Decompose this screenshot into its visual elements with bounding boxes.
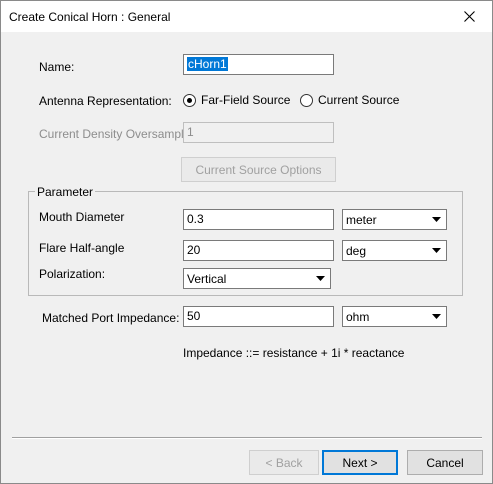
current-source-options-label: Current Source Options <box>195 162 322 177</box>
name-label: Name: <box>39 60 75 74</box>
mouth-diameter-value: 0.3 <box>187 212 204 226</box>
polarization-select[interactable]: Vertical <box>183 268 331 289</box>
impedance-value: 50 <box>187 309 201 323</box>
flare-half-angle-unit-select[interactable]: deg <box>342 240 447 261</box>
title-bar: Create Conical Horn : General <box>1 1 492 32</box>
impedance-unit-select[interactable]: ohm <box>342 306 447 327</box>
far-field-source-label: Far-Field Source <box>201 93 291 107</box>
impedance-hint: Impedance ::= resistance + 1i * reactanc… <box>183 346 405 360</box>
chevron-down-icon <box>428 308 445 325</box>
polarization-value: Vertical <box>187 272 227 286</box>
far-field-source-radio[interactable]: Far-Field Source <box>183 93 290 107</box>
name-input-value: cHorn1 <box>187 57 228 71</box>
chevron-down-icon <box>428 242 445 259</box>
current-density-oversample-input[interactable]: 1 <box>183 122 334 143</box>
close-icon <box>463 10 475 22</box>
current-source-options-button[interactable]: Current Source Options <box>181 157 336 182</box>
oversample-value: 1 <box>187 125 194 139</box>
radio-checked-icon <box>183 93 196 107</box>
create-conical-horn-dialog: Create Conical Horn : General Name: cHor… <box>0 0 493 484</box>
chevron-down-icon <box>428 211 445 228</box>
flare-half-angle-value: 20 <box>187 243 201 257</box>
matched-port-impedance-label: Matched Port Impedance: <box>42 311 180 325</box>
flare-unit-value: deg <box>346 244 367 258</box>
mouth-diameter-input[interactable]: 0.3 <box>183 209 334 230</box>
current-source-radio[interactable]: Current Source <box>300 93 399 107</box>
chevron-down-icon <box>312 270 329 287</box>
back-button[interactable]: < Back <box>249 450 319 475</box>
close-button[interactable] <box>446 1 492 31</box>
mouth-diameter-unit-select[interactable]: meter <box>342 209 447 230</box>
name-input[interactable]: cHorn1 <box>183 54 334 75</box>
antenna-representation-label: Antenna Representation: <box>39 94 172 108</box>
flare-half-angle-input[interactable]: 20 <box>183 240 334 261</box>
radio-unchecked-icon <box>300 93 313 107</box>
current-source-label: Current Source <box>318 93 400 107</box>
flare-half-angle-label: Flare Half-angle <box>39 241 125 255</box>
next-button[interactable]: Next > <box>322 450 398 475</box>
window-title: Create Conical Horn : General <box>9 10 171 24</box>
parameter-group-title: Parameter <box>35 185 96 199</box>
back-button-label: < Back <box>265 455 303 470</box>
mouth-diameter-unit-value: meter <box>346 213 377 227</box>
polarization-label: Polarization: <box>39 267 106 281</box>
footer-separator <box>12 437 482 439</box>
impedance-unit-value: ohm <box>346 310 370 324</box>
next-button-label: Next > <box>342 455 378 470</box>
cancel-button-label: Cancel <box>426 455 464 470</box>
matched-port-impedance-input[interactable]: 50 <box>183 306 334 327</box>
mouth-diameter-label: Mouth Diameter <box>39 210 125 224</box>
cancel-button[interactable]: Cancel <box>407 450 483 475</box>
current-density-oversample-label: Current Density Oversample <box>39 127 191 141</box>
